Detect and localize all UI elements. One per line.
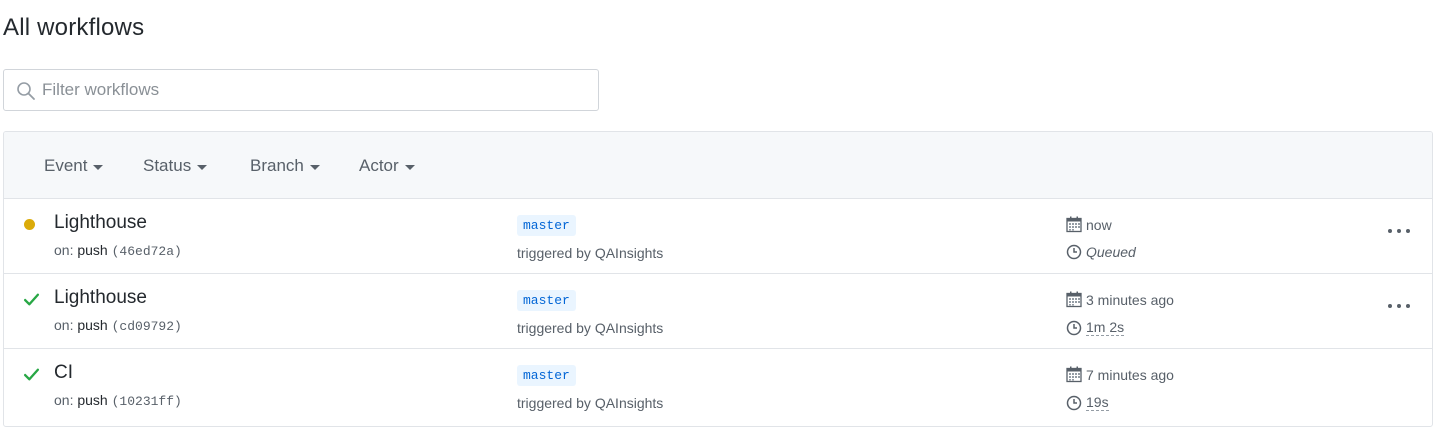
run-time: 7 minutes ago bbox=[1066, 366, 1174, 383]
branch-filter-dropdown[interactable]: Branch bbox=[250, 156, 320, 176]
status-filter-label: Status bbox=[143, 156, 192, 175]
caret-down-icon bbox=[404, 164, 415, 170]
run-meta: on: push (cd09792) bbox=[54, 317, 182, 334]
on-label: on: bbox=[54, 242, 74, 258]
kebab-dot bbox=[1406, 229, 1410, 233]
run-title-link[interactable]: Lighthouse bbox=[54, 212, 147, 234]
calendar-icon bbox=[1066, 291, 1082, 308]
search-icon bbox=[17, 82, 35, 100]
kebab-dot bbox=[1388, 304, 1392, 308]
clock-icon bbox=[1066, 244, 1082, 260]
run-time: now bbox=[1066, 216, 1112, 233]
commit-sha[interactable]: (10231ff) bbox=[112, 394, 182, 409]
workflow-run-row[interactable]: Lighthouse on: push (cd09792) master tri… bbox=[4, 274, 1432, 349]
run-duration-text: 1m 2s bbox=[1086, 319, 1125, 336]
actor-filter-dropdown[interactable]: Actor bbox=[359, 156, 415, 176]
run-meta: on: push (10231ff) bbox=[54, 392, 182, 409]
clock-icon bbox=[1066, 320, 1082, 335]
calendar-icon bbox=[1066, 216, 1082, 233]
filter-workflows-input[interactable] bbox=[42, 78, 582, 102]
calendar-icon bbox=[1066, 366, 1082, 383]
caret-down-icon bbox=[197, 164, 208, 170]
run-duration-text: Queued bbox=[1086, 244, 1136, 260]
filter-workflows-field[interactable] bbox=[3, 69, 599, 111]
workflow-run-row[interactable]: CI on: push (10231ff) master triggered b… bbox=[4, 349, 1432, 424]
run-meta: on: push (46ed72a) bbox=[54, 242, 182, 259]
more-options-button[interactable] bbox=[1388, 300, 1410, 312]
workflow-run-row[interactable]: Lighthouse on: push (46ed72a) master tri… bbox=[4, 199, 1432, 274]
actor-filter-label: Actor bbox=[359, 156, 399, 175]
triggered-by-text: triggered by QAInsights bbox=[517, 320, 664, 336]
check-icon bbox=[23, 368, 40, 381]
check-icon bbox=[23, 293, 40, 306]
commit-sha[interactable]: (46ed72a) bbox=[112, 244, 182, 259]
event-name: push bbox=[77, 392, 108, 408]
run-time-text: 7 minutes ago bbox=[1086, 366, 1174, 383]
status-filter-dropdown[interactable]: Status bbox=[143, 156, 208, 176]
run-title-link[interactable]: CI bbox=[54, 362, 73, 384]
event-name: push bbox=[77, 242, 108, 258]
kebab-dot bbox=[1397, 304, 1401, 308]
run-title-link[interactable]: Lighthouse bbox=[54, 287, 147, 309]
triggered-by-text: triggered by QAInsights bbox=[517, 395, 664, 411]
run-time-text: 3 minutes ago bbox=[1086, 291, 1174, 308]
clock-icon bbox=[1066, 395, 1082, 410]
queued-dot-icon bbox=[24, 219, 35, 230]
kebab-dot bbox=[1397, 229, 1401, 233]
run-time: 3 minutes ago bbox=[1066, 291, 1174, 308]
run-duration: 19s bbox=[1066, 394, 1109, 411]
on-label: on: bbox=[54, 317, 74, 333]
branch-badge[interactable]: master bbox=[517, 290, 576, 311]
kebab-dot bbox=[1388, 229, 1392, 233]
run-duration-text: 19s bbox=[1086, 394, 1109, 411]
event-filter-label: Event bbox=[44, 156, 88, 175]
caret-down-icon bbox=[309, 164, 320, 170]
event-name: push bbox=[77, 317, 108, 333]
branch-badge[interactable]: master bbox=[517, 365, 576, 386]
branch-badge[interactable]: master bbox=[517, 215, 576, 236]
filter-bar: Event Status Branch Actor bbox=[4, 132, 1432, 199]
caret-down-icon bbox=[93, 164, 104, 170]
run-time-text: now bbox=[1086, 216, 1112, 233]
kebab-dot bbox=[1406, 304, 1410, 308]
run-duration: Queued bbox=[1066, 244, 1136, 260]
event-filter-dropdown[interactable]: Event bbox=[44, 156, 104, 176]
commit-sha[interactable]: (cd09792) bbox=[112, 319, 182, 334]
triggered-by-text: triggered by QAInsights bbox=[517, 245, 664, 261]
on-label: on: bbox=[54, 392, 74, 408]
page-title: All workflows bbox=[3, 14, 145, 41]
run-duration: 1m 2s bbox=[1066, 319, 1125, 336]
branch-filter-label: Branch bbox=[250, 156, 304, 175]
workflow-runs-panel: Event Status Branch Actor Lighthouse on:… bbox=[3, 131, 1433, 427]
more-options-button[interactable] bbox=[1388, 225, 1410, 237]
